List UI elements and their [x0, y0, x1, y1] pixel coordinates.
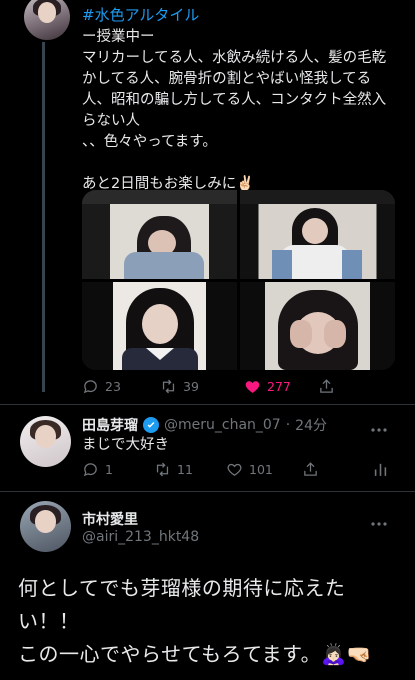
- reply1-reply-count: 1: [105, 462, 113, 477]
- reply1-analytics-button[interactable]: [372, 461, 389, 478]
- reply1-handle[interactable]: @meru_chan_07: [164, 417, 281, 433]
- more-button[interactable]: [370, 418, 388, 437]
- media-image-2[interactable]: [240, 190, 395, 279]
- reply2-text: 何としてでも芽瑠様の期待に応えたい！！ この一心でやらせてもろてます。🙇🏻‍♀️…: [18, 576, 372, 666]
- retweet-icon: [156, 462, 169, 477]
- reply1-share-button[interactable]: [302, 461, 319, 478]
- divider: [0, 404, 415, 405]
- avatar-top[interactable]: [24, 0, 70, 40]
- heart-icon: [227, 463, 242, 476]
- media-image-3[interactable]: [82, 282, 237, 370]
- reply1-like-count: 101: [249, 462, 273, 477]
- tweet-media-grid[interactable]: [82, 190, 395, 370]
- share-icon: [320, 379, 333, 393]
- hashtag-link[interactable]: #水色アルタイル: [82, 4, 199, 25]
- heart-icon: [245, 381, 260, 393]
- reply1-text: まじで大好き: [82, 437, 169, 453]
- more-icon: [371, 428, 387, 432]
- reply-icon: [83, 463, 97, 477]
- tweet-body: ー授業中ー マリカーしてる人、水飲み続ける人、髪の毛乾かしてる人、腕骨折の割とや…: [82, 29, 387, 192]
- dot-separator: ·: [285, 417, 291, 433]
- media-image-4[interactable]: [240, 282, 395, 370]
- reply1-name[interactable]: 田島芽瑠: [82, 415, 138, 435]
- analytics-icon: [374, 463, 387, 476]
- retweet-button[interactable]: 39: [160, 378, 199, 395]
- reply1-retweet-count: 11: [177, 462, 193, 477]
- retweet-icon: [162, 379, 175, 394]
- retweet-count: 39: [183, 379, 199, 394]
- divider: [0, 491, 415, 492]
- avatar-reply1[interactable]: [20, 416, 71, 467]
- reply2-more-button[interactable]: [370, 512, 388, 531]
- reply2-name[interactable]: 市村愛里: [82, 509, 138, 529]
- avatar-reply2[interactable]: [20, 501, 71, 552]
- reply1-header: 田島芽瑠 @meru_chan_07 · 24分: [82, 415, 327, 435]
- like-count: 277: [267, 379, 291, 394]
- share-icon: [304, 462, 317, 476]
- reply1-time: 24分: [295, 418, 327, 434]
- media-image-1[interactable]: [82, 190, 237, 279]
- reply1-reply-button[interactable]: 1: [82, 461, 113, 478]
- reply-icon: [83, 380, 97, 394]
- verified-badge-icon: [143, 417, 159, 433]
- share-button[interactable]: [318, 378, 335, 395]
- reply-count: 23: [105, 379, 121, 394]
- like-button[interactable]: 277: [244, 378, 291, 395]
- reply1-retweet-button[interactable]: 11: [154, 461, 193, 478]
- reply1-like-button[interactable]: 101: [226, 461, 273, 478]
- more-icon: [371, 522, 387, 526]
- thread-line: [42, 42, 45, 392]
- reply2-handle[interactable]: @airi_213_hkt48: [82, 529, 199, 545]
- reply-button[interactable]: 23: [82, 378, 121, 395]
